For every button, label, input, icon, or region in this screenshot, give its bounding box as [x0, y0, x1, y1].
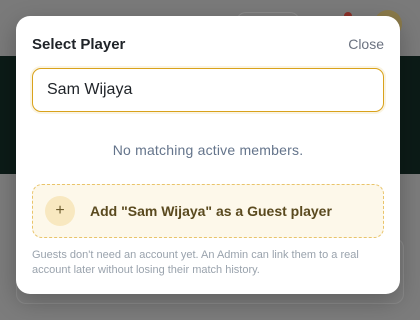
empty-results-message: No matching active members. — [112, 142, 304, 158]
add-guest-label: Add "Sam Wijaya" as a Guest player — [90, 203, 332, 219]
player-search-input[interactable] — [32, 68, 384, 112]
add-guest-button[interactable]: + Add "Sam Wijaya" as a Guest player — [32, 184, 384, 238]
close-button[interactable]: Close — [348, 36, 384, 52]
modal-title: Select Player — [32, 35, 126, 53]
plus-icon: + — [45, 196, 75, 226]
guest-help-text: Guests don't need an account yet. An Adm… — [32, 249, 359, 276]
select-player-modal: Select Player Close No matching active m… — [16, 16, 400, 294]
modal-header: Select Player Close — [32, 34, 384, 54]
